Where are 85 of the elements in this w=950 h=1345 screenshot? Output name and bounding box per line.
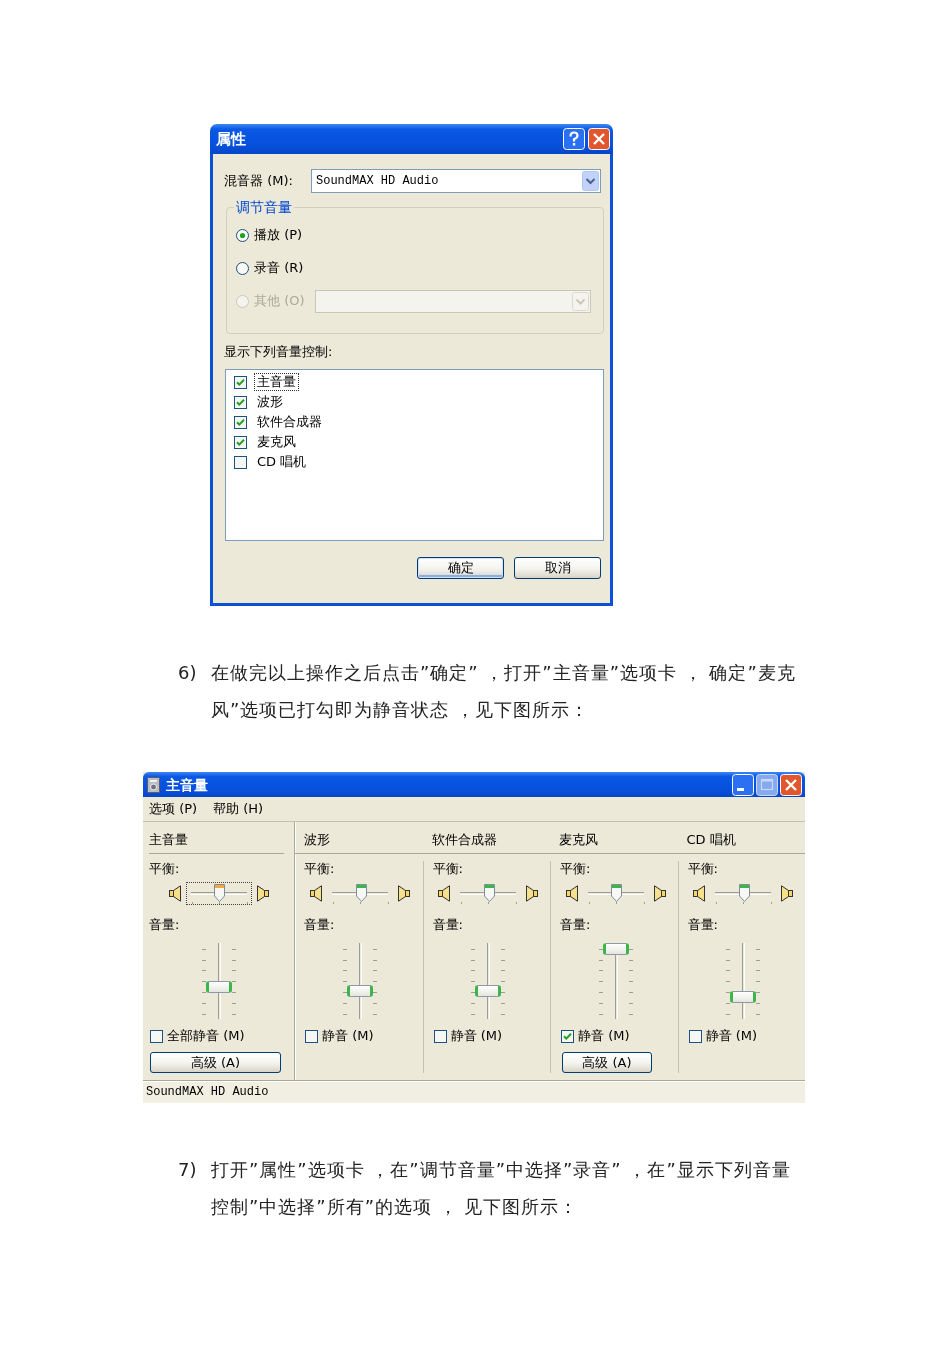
checkbox[interactable] [433, 1029, 447, 1043]
volume-label: 音量: [149, 917, 180, 933]
dialog-title: 属性 [216, 130, 246, 148]
checkbox[interactable] [688, 1029, 702, 1043]
window-title: 主音量 [166, 775, 208, 794]
mute-label: 静音 (M) [322, 1028, 374, 1044]
dialog-button[interactable]: 确定 [417, 557, 504, 579]
mixer-dropdown[interactable]: SoundMAX HD Audio [311, 169, 601, 193]
checkbox[interactable] [234, 375, 247, 389]
checkbox[interactable] [234, 435, 247, 449]
list-item-label[interactable]: CD 唱机 [254, 453, 310, 471]
speaker-icon [652, 884, 666, 902]
group-title: 调节音量 [235, 199, 293, 215]
slider-thumb[interactable] [738, 883, 750, 902]
speaker-icon [147, 776, 160, 793]
volume-label: 音量: [304, 917, 335, 933]
balance-label: 平衡: [687, 861, 718, 877]
volume-label: 音量: [560, 917, 591, 933]
slider-thumb[interactable] [611, 883, 623, 902]
step-number: 7) [178, 1158, 198, 1182]
advanced-button[interactable]: 高级 (A) [562, 1052, 652, 1073]
mute-label: 全部静音 (M) [167, 1028, 245, 1044]
status-text: SoundMAX HD Audio [146, 1085, 269, 1099]
radio-button[interactable] [236, 228, 249, 242]
slider-thumb[interactable] [475, 984, 502, 997]
close-icon[interactable] [588, 128, 610, 150]
balance-label: 平衡: [304, 861, 335, 877]
speaker-icon [565, 884, 579, 902]
speaker-icon [310, 884, 324, 902]
step-text: 打开”属性”选项卡 ，在”调节音量”中选择”录音” ，在”显示下列音量控制”中选择”所有”的选项 ， 见下图所示： [211, 1158, 792, 1219]
list-item-label[interactable]: 主音量 [254, 373, 299, 391]
slider-thumb[interactable] [602, 943, 629, 955]
balance-slider[interactable] [185, 881, 252, 905]
chevron-down-icon [582, 171, 599, 191]
mute-label: 静音 (M) [705, 1028, 757, 1044]
step-number: 6) [178, 661, 198, 685]
checkbox[interactable] [150, 1029, 163, 1043]
speaker-icon [397, 884, 411, 902]
slider-thumb[interactable] [483, 883, 495, 902]
balance-label: 平衡: [432, 861, 463, 877]
menu-item[interactable]: 选项 (P) [144, 801, 203, 817]
channel-name: 麦克风 [559, 832, 598, 847]
chevron-down-icon [572, 291, 589, 311]
help-icon[interactable] [563, 128, 585, 150]
close-icon[interactable] [780, 773, 802, 796]
speaker-icon [168, 884, 182, 902]
checkbox[interactable] [234, 415, 247, 429]
step-text: 在做完以上操作之后点击”确定” ，打开”主音量”选项卡 ， 确定”麦克风”选项已打勾即为静音状态 ，见下图所示： [211, 661, 797, 722]
slider-thumb[interactable] [730, 991, 757, 1003]
menu-item[interactable]: 帮助 (H) [208, 801, 269, 817]
dialog-button[interactable]: 取消 [514, 557, 601, 579]
speaker-icon [525, 884, 539, 902]
speaker-icon [438, 884, 452, 902]
channel-name: 主音量 [149, 832, 188, 847]
slider-thumb[interactable] [205, 981, 232, 994]
mixer-label: 混音器 (M): [224, 173, 294, 189]
mute-label: 静音 (M) [450, 1028, 502, 1044]
balance-label: 平衡: [149, 861, 180, 877]
speaker-icon [780, 884, 794, 902]
slider-thumb[interactable] [347, 984, 374, 997]
list-label: 显示下列音量控制: [224, 344, 334, 360]
slider-thumb[interactable] [214, 883, 225, 902]
radio-label: 其他 (O) [254, 293, 305, 309]
speaker-icon [255, 884, 269, 902]
checkbox[interactable] [305, 1029, 318, 1043]
radio-label: 录音 (R) [254, 260, 304, 276]
checkbox[interactable] [234, 455, 247, 469]
channel-name: CD 唱机 [686, 832, 736, 847]
list-item-label[interactable]: 麦克风 [254, 433, 299, 451]
balance-label: 平衡: [560, 861, 591, 877]
speaker-icon [693, 884, 707, 902]
volume-label: 音量: [432, 917, 463, 933]
list-item-label[interactable]: 软件合成器 [254, 413, 325, 431]
checkbox[interactable] [561, 1029, 574, 1043]
advanced-button[interactable]: 高级 (A) [150, 1052, 281, 1073]
slider-thumb[interactable] [355, 883, 367, 902]
minimize-icon[interactable] [732, 773, 754, 796]
volume-label: 音量: [687, 917, 718, 933]
checkbox[interactable] [234, 395, 247, 409]
list-item-label[interactable]: 波形 [254, 393, 286, 411]
channel-name: 软件合成器 [431, 832, 497, 847]
radio-button[interactable] [236, 261, 249, 275]
mute-label: 静音 (M) [578, 1028, 630, 1044]
channel-name: 波形 [304, 832, 330, 847]
radio-label: 播放 (P) [254, 227, 303, 243]
